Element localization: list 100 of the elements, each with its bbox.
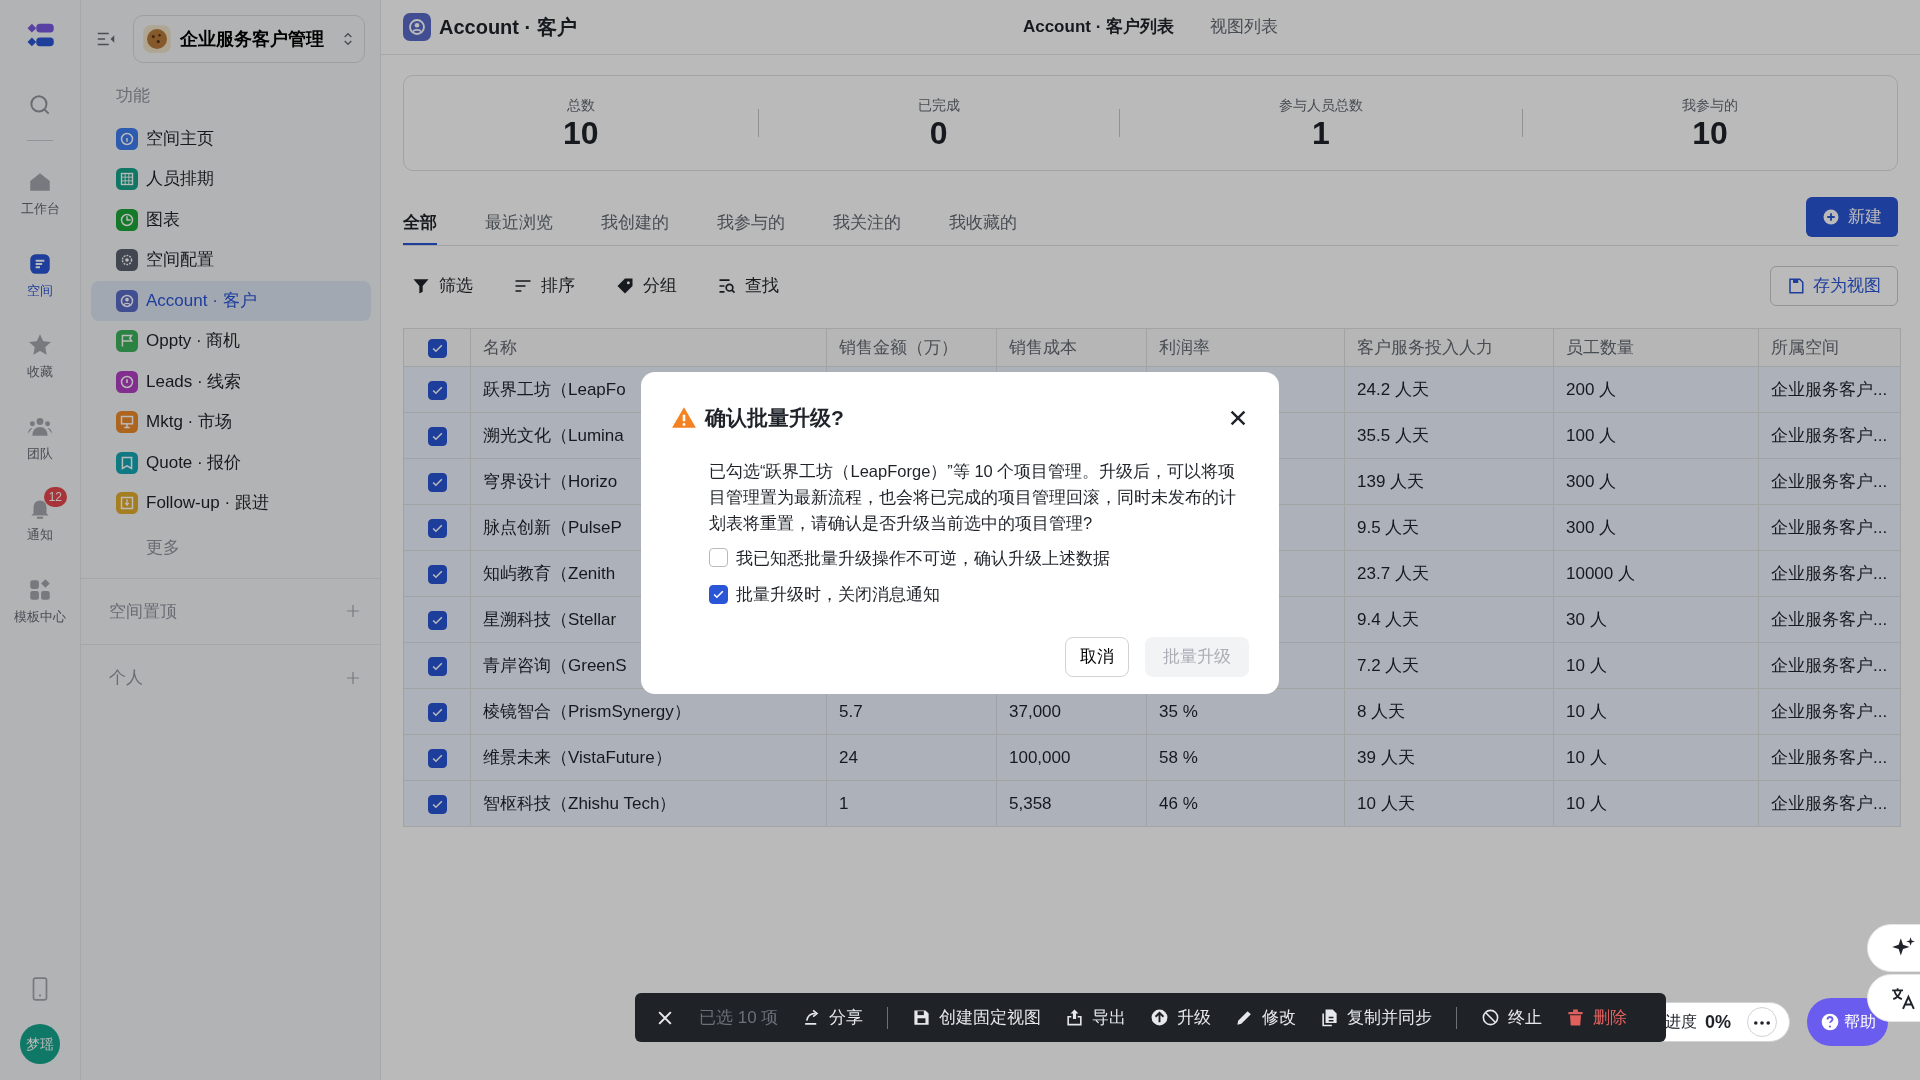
rail-item[interactable]: 工作台 <box>5 159 75 219</box>
column-header: 销售金额（万） <box>839 337 958 357</box>
table-cell: 企业服务客户... <box>1771 609 1888 629</box>
checkbox[interactable] <box>427 380 447 400</box>
checkbox[interactable] <box>427 656 447 676</box>
sidebar-item[interactable]: Follow-up · 跟进 <box>91 483 371 523</box>
action-button[interactable]: 分享 <box>802 1004 864 1031</box>
action-button[interactable]: 复制并同步 <box>1320 1004 1433 1031</box>
table-cell: 24.2 人天 <box>1357 379 1429 399</box>
ban-icon <box>1481 1008 1501 1027</box>
table-cell: 跃界工坊（LeapFo <box>483 379 626 399</box>
workspace-selector[interactable]: 企业服务客户管理 <box>133 15 365 63</box>
filter-icon <box>411 276 431 296</box>
table-cell: 200 人 <box>1566 379 1617 399</box>
sidebar-item[interactable]: 空间主页 <box>91 118 371 159</box>
ai-button[interactable] <box>1867 924 1920 972</box>
sidebar-item[interactable]: Leads · 线索 <box>91 361 371 402</box>
table-cell: 37,000 <box>1009 701 1061 721</box>
sidebar-item[interactable]: 人员排期 <box>91 159 371 199</box>
table-cell: 企业服务客户... <box>1771 793 1888 813</box>
filter-tab[interactable]: 全部 <box>403 201 437 245</box>
table-cell: 10 人 <box>1566 701 1607 721</box>
table-cell: 10 人 <box>1566 747 1607 767</box>
table-cell: 穹界设计（Horizo <box>483 471 618 491</box>
rail-item[interactable]: 模板中心 <box>5 566 75 626</box>
table-cell: 35 % <box>1159 701 1198 721</box>
table-cell: 23.7 人天 <box>1357 563 1429 583</box>
toolbar-button[interactable]: 查找 <box>709 272 787 300</box>
action-button[interactable]: 删除 <box>1566 1004 1628 1031</box>
trash-icon <box>1566 1008 1586 1027</box>
rail-item[interactable]: 收藏 <box>5 322 75 382</box>
filter-tab[interactable]: 我参与的 <box>717 201 785 245</box>
sidebar-item[interactable]: 图表 <box>91 199 371 240</box>
question-icon <box>1819 1012 1840 1032</box>
column-header: 客户服务投入人力 <box>1357 337 1493 357</box>
checkbox[interactable] <box>427 426 447 446</box>
table-cell: 企业服务客户... <box>1771 471 1888 491</box>
table-cell: 10 人 <box>1566 793 1607 813</box>
table-cell: 100,000 <box>1009 747 1071 767</box>
more-button[interactable] <box>1747 1007 1777 1037</box>
toolbar-button[interactable]: 排序 <box>505 272 583 300</box>
header-tab[interactable]: Account · 客户列表 <box>1016 13 1181 41</box>
checkbox[interactable] <box>427 748 447 768</box>
filter-tab[interactable]: 我关注的 <box>833 201 901 245</box>
user-icon <box>403 13 431 41</box>
column-header: 销售成本 <box>1009 337 1077 357</box>
action-button[interactable]: 创建固定视图 <box>912 1004 1042 1031</box>
action-button[interactable]: 修改 <box>1235 1004 1297 1031</box>
checkbox[interactable] <box>427 610 447 630</box>
table-cell: 企业服务客户... <box>1771 655 1888 675</box>
sidebar-item[interactable]: Quote · 报价 <box>91 442 371 483</box>
table-cell: 300 人 <box>1566 517 1617 537</box>
sidebar-item[interactable]: Oppty · 商机 <box>91 321 371 361</box>
action-button[interactable]: 升级 <box>1150 1004 1212 1031</box>
checkbox[interactable] <box>427 794 447 814</box>
page-title: Account · 客户 <box>439 15 577 40</box>
filter-tab[interactable]: 我收藏的 <box>949 201 1017 245</box>
rail-item[interactable]: 12 通知 <box>5 485 75 545</box>
action-button[interactable]: 终止 <box>1481 1004 1543 1031</box>
help-button[interactable]: 帮助 <box>1807 998 1888 1046</box>
checkbox[interactable] <box>427 518 447 538</box>
sidebar-item[interactable]: Mktg · 市场 <box>91 402 371 442</box>
checkbox[interactable] <box>427 702 447 722</box>
stat-label: 总数 <box>566 95 595 115</box>
table-cell: 脉点创新（PulseP <box>483 517 622 537</box>
checkbox[interactable] <box>709 585 728 605</box>
cancel-button[interactable]: 取消 <box>1065 637 1129 677</box>
table-cell: 星溯科技（Stellar <box>483 609 617 629</box>
progress-value: 0% <box>1705 1010 1731 1034</box>
column-header: 所属空间 <box>1771 337 1839 357</box>
section-label: 个人 <box>109 667 143 689</box>
table-cell: 30 人 <box>1566 609 1607 629</box>
cookie-icon <box>142 24 172 54</box>
table-cell: 知屿教育（Zenith <box>483 563 616 583</box>
table-cell: 10 人天 <box>1357 793 1415 813</box>
toolbar-button[interactable]: 筛选 <box>403 272 481 300</box>
save-view-button[interactable]: 存为视图 <box>1770 266 1898 306</box>
sidebar-item[interactable]: 空间配置 <box>91 240 371 280</box>
save-icon <box>912 1008 932 1027</box>
toolbar-button[interactable]: 分组 <box>607 272 685 300</box>
checkbox[interactable] <box>709 548 728 568</box>
filter-tab[interactable]: 我创建的 <box>601 201 669 245</box>
table-cell: 10000 人 <box>1566 563 1635 583</box>
action-button[interactable]: 导出 <box>1065 1004 1127 1031</box>
new-button[interactable]: 新建 <box>1806 197 1898 237</box>
checkbox[interactable] <box>427 564 447 584</box>
table-cell: 5.7 <box>839 701 863 721</box>
table-cell: 企业服务客户... <box>1771 379 1888 399</box>
header-tab[interactable]: 视图列表 <box>1204 13 1285 41</box>
filter-tab[interactable]: 最近浏览 <box>485 201 553 245</box>
checkbox[interactable] <box>427 472 447 492</box>
checkbox[interactable] <box>427 338 447 358</box>
table-cell: 1 <box>839 793 849 813</box>
stat-label: 我参与的 <box>1681 95 1738 115</box>
table-cell: 35.5 人天 <box>1357 425 1429 445</box>
sidebar-item[interactable]: Account · 客户 <box>91 280 371 321</box>
rail-item[interactable]: 团队 <box>5 403 75 463</box>
rail-item[interactable]: 空间 <box>5 240 75 300</box>
checkbox-label: 我已知悉批量升级操作不可逆，确认升级上述数据 <box>736 547 1110 569</box>
selection-count: 已选 10 项 <box>699 1006 779 1029</box>
